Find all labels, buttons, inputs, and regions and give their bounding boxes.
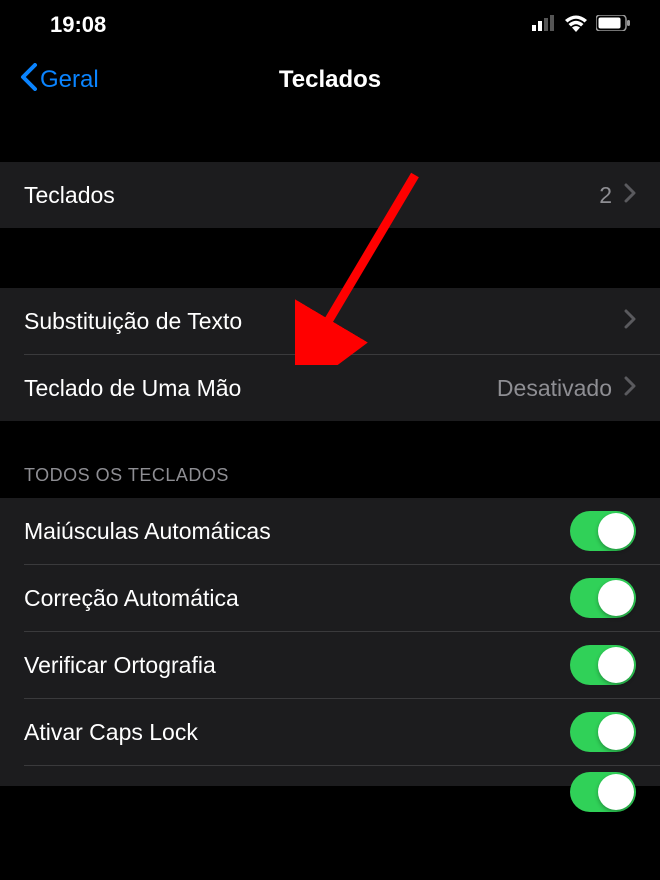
toggle-thumb xyxy=(598,580,634,616)
section-header: TODOS OS TECLADOS xyxy=(0,421,660,498)
row-caps-lock: Ativar Caps Lock xyxy=(0,699,660,765)
row-right: 2 xyxy=(599,182,636,209)
row-label: Maiúsculas Automáticas xyxy=(24,518,271,545)
group-all-keyboards: Maiúsculas Automáticas Correção Automáti… xyxy=(0,498,660,786)
status-time: 19:08 xyxy=(50,12,106,38)
cellular-icon xyxy=(532,15,556,36)
toggle-thumb xyxy=(598,513,634,549)
row-text-replacement[interactable]: Substituição de Texto xyxy=(0,288,660,354)
row-label: Substituição de Texto xyxy=(24,308,242,335)
row-spell-check: Verificar Ortografia xyxy=(0,632,660,698)
spacer xyxy=(0,228,660,288)
row-right: Desativado xyxy=(497,375,636,402)
row-label: Teclado de Uma Mão xyxy=(24,375,241,402)
back-button[interactable]: Geral xyxy=(20,63,99,98)
row-right xyxy=(624,309,636,334)
toggle-auto-caps[interactable] xyxy=(570,511,636,551)
row-one-handed[interactable]: Teclado de Uma Mão Desativado xyxy=(0,355,660,421)
page-title: Teclados xyxy=(279,66,381,94)
row-value: Desativado xyxy=(497,375,612,402)
row-auto-caps: Maiúsculas Automáticas xyxy=(0,498,660,564)
chevron-right-icon xyxy=(624,376,636,401)
group-keyboards: Teclados 2 xyxy=(0,162,660,228)
row-label: Ativar Caps Lock xyxy=(24,719,198,746)
toggle-spell-check[interactable] xyxy=(570,645,636,685)
status-bar: 19:08 xyxy=(0,0,660,50)
wifi-icon xyxy=(564,14,588,37)
row-auto-correct: Correção Automática xyxy=(0,565,660,631)
status-icons xyxy=(532,14,630,37)
row-keyboards[interactable]: Teclados 2 xyxy=(0,162,660,228)
toggle-auto-correct[interactable] xyxy=(570,578,636,618)
row-partial xyxy=(0,766,660,786)
toggle-thumb xyxy=(598,714,634,750)
spacer xyxy=(0,110,660,162)
toggle-thumb xyxy=(598,774,634,810)
row-label: Verificar Ortografia xyxy=(24,652,216,679)
toggle-partial[interactable] xyxy=(570,772,636,812)
toggle-caps-lock[interactable] xyxy=(570,712,636,752)
chevron-right-icon xyxy=(624,183,636,208)
row-label: Correção Automática xyxy=(24,585,239,612)
nav-bar: Geral Teclados xyxy=(0,50,660,110)
row-label: Teclados xyxy=(24,182,115,209)
row-value: 2 xyxy=(599,182,612,209)
battery-icon xyxy=(596,15,630,36)
chevron-right-icon xyxy=(624,309,636,334)
chevron-left-icon xyxy=(20,63,38,98)
toggle-thumb xyxy=(598,647,634,683)
group-text-options: Substituição de Texto Teclado de Uma Mão… xyxy=(0,288,660,421)
back-label: Geral xyxy=(40,66,99,94)
